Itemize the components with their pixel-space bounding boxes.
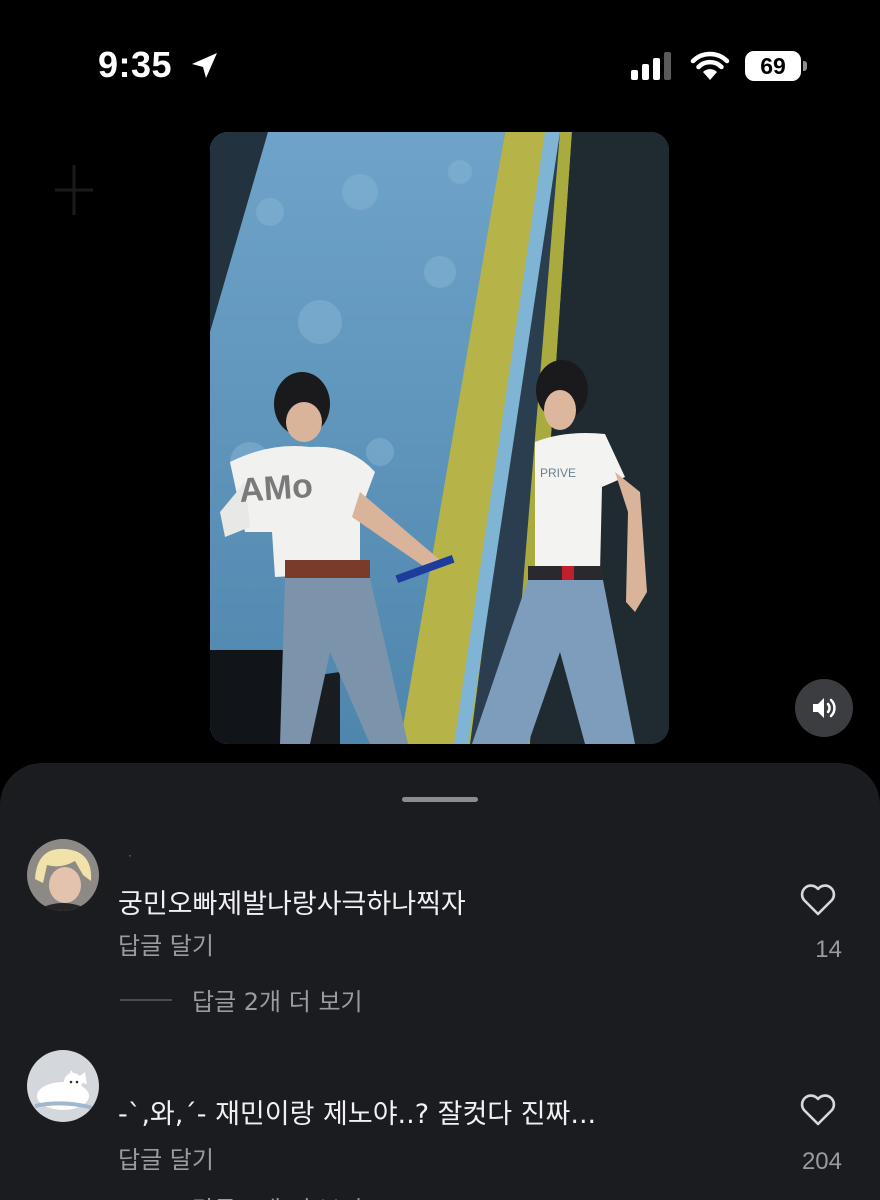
cellular-signal-icon [631,52,671,80]
video-frame-image: AMo PRIVE [210,132,669,744]
heart-icon[interactable] [799,1093,837,1127]
battery-cap [803,61,807,71]
wifi-icon [690,51,730,80]
shirt-print: PRIVE [540,466,576,480]
view-replies-label[interactable]: 답글 2개 더 보기 [192,982,363,1017]
status-time: 9:35 [98,44,173,85]
video-player[interactable]: AMo PRIVE [210,132,669,744]
comment-username[interactable]: · [128,849,132,863]
like-count: 14 [815,936,842,963]
sleeve-print: AMo [238,467,314,510]
comment-text: 궁민오빠제발나랑사극하나찍자 [118,889,466,920]
status-bar: 9:35 69 [0,0,880,130]
location-arrow-icon [192,53,217,78]
mute-button[interactable] [795,679,853,737]
comments-sheet: · 궁민오빠제발나랑사극하나찍자 답글 달기 14 답글 2개 더 보기 -`‚… [0,763,880,1200]
avatar[interactable] [27,1050,99,1122]
reply-button[interactable]: 답글 달기 [118,926,214,961]
sheet-drag-handle[interactable] [402,797,478,802]
replies-divider [120,998,172,1001]
avatar[interactable] [27,839,99,911]
heart-icon[interactable] [799,883,837,917]
view-more-replies[interactable]: 답글 2개 더 보기 [120,982,363,1017]
ghost-plus-icon [55,165,93,215]
reply-button[interactable]: 답글 달기 [118,1140,214,1175]
comment-text: -`‚와‚´- 재민이랑 제노야..? 잘컷다 진짜... [118,1099,597,1130]
battery-icon: 69 [745,51,801,81]
speaker-icon [813,698,836,718]
screen: 9:35 69 AMo PRIVE · 궁민오빠제발나랑사극하나찍자 답글 달기… [0,0,880,1200]
view-replies-label[interactable]: 답글 1개 더 보기 [192,1190,363,1200]
like-count: 204 [801,1148,842,1175]
view-more-replies[interactable]: 답글 1개 더 보기 [120,1190,363,1200]
